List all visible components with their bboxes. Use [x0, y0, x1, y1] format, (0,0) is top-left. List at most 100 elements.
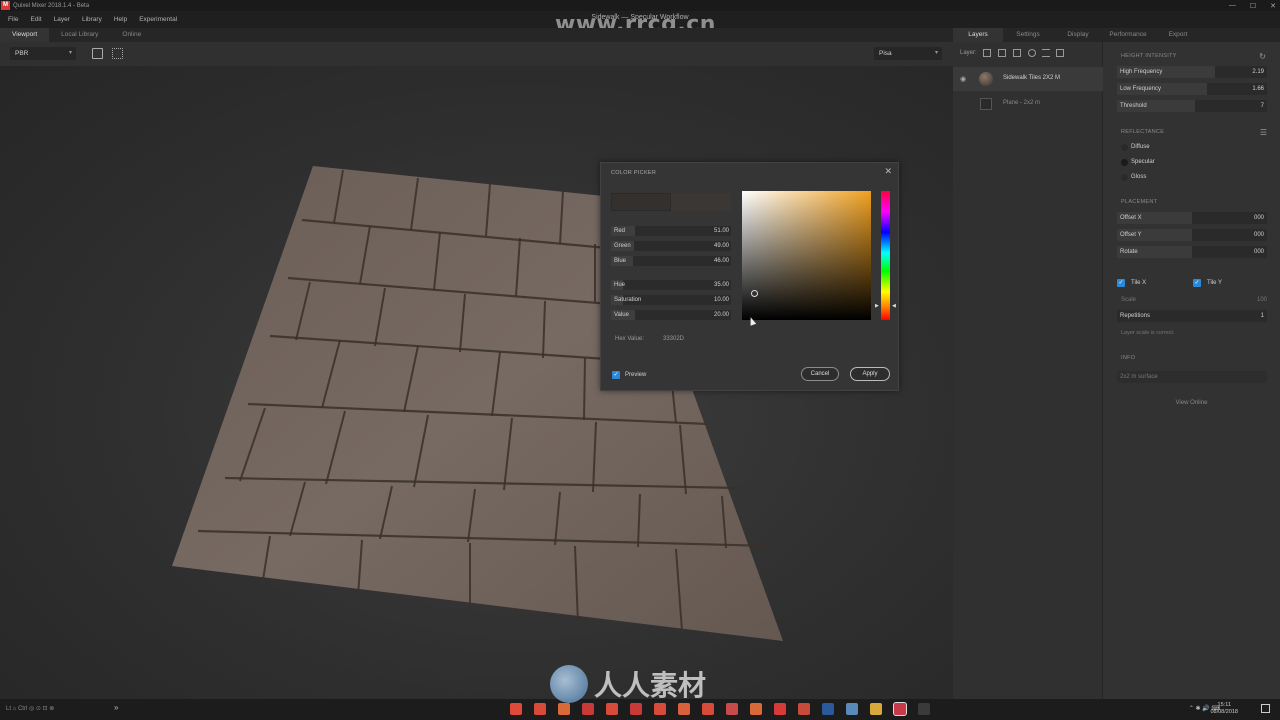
- menu-experimental[interactable]: Experimental: [133, 16, 183, 23]
- taskbar-app-icon[interactable]: [750, 703, 762, 715]
- tile-y-checkbox[interactable]: ✓: [1193, 279, 1201, 287]
- taskbar-app-icon[interactable]: [822, 703, 834, 715]
- green-label: Green: [614, 243, 631, 249]
- apply-button[interactable]: Apply: [850, 367, 890, 381]
- tab-export[interactable]: Export: [1153, 28, 1203, 42]
- taskbar-app-icon[interactable]: [654, 703, 666, 715]
- repetitions-value[interactable]: 1: [1245, 310, 1267, 322]
- delete-layer-icon[interactable]: [1056, 49, 1064, 57]
- taskbar-app-icon[interactable]: [678, 703, 690, 715]
- tab-online[interactable]: Online: [110, 28, 153, 42]
- menu-icon[interactable]: ☰: [1260, 128, 1267, 137]
- high-frequency-slider[interactable]: High Frequency 2.19: [1117, 66, 1267, 78]
- rotate-value[interactable]: 000: [1245, 246, 1267, 258]
- status-text: Lt ⌂ Ctrl ◎ ⊙ ⊡ ⊗: [6, 706, 55, 712]
- color-picker-marker[interactable]: [751, 290, 758, 297]
- eye-icon[interactable]: ◉: [960, 75, 966, 83]
- menu-file[interactable]: File: [0, 16, 24, 23]
- specular-radio[interactable]: [1121, 159, 1128, 166]
- red-field[interactable]: Red 51.00: [611, 226, 731, 236]
- green-field[interactable]: Green 49.00: [611, 241, 731, 251]
- rotate-label: Rotate: [1120, 249, 1138, 255]
- tab-layers[interactable]: Layers: [953, 28, 1003, 42]
- tile-x-checkbox[interactable]: ✓: [1117, 279, 1125, 287]
- layer-item[interactable]: Plane - 2x2 m: [953, 92, 1103, 116]
- group-icon[interactable]: [1042, 49, 1050, 57]
- notification-icon[interactable]: [1261, 704, 1270, 713]
- tab-settings[interactable]: Settings: [1003, 28, 1053, 42]
- add-paint-layer-icon[interactable]: [998, 49, 1006, 57]
- tab-viewport[interactable]: Viewport: [0, 28, 50, 42]
- blue-field[interactable]: Blue 46.00: [611, 256, 731, 266]
- app-logo-icon: M: [1, 1, 10, 10]
- environment-select[interactable]: Pisa ▾: [874, 47, 942, 60]
- value-field[interactable]: Value 20.00: [611, 310, 731, 320]
- taskbar-app-icon[interactable]: [918, 703, 930, 715]
- hue-field[interactable]: Hue 35.00: [611, 280, 731, 290]
- tab-performance[interactable]: Performance: [1103, 28, 1153, 42]
- hex-input[interactable]: 33302D: [663, 336, 684, 342]
- taskbar-app-icon[interactable]: [870, 703, 882, 715]
- clock[interactable]: 15:11 08/08/2018: [1210, 702, 1238, 716]
- low-frequency-value: 1.66: [1252, 86, 1264, 92]
- offset-y-slider[interactable]: Offset Y 000: [1117, 229, 1267, 241]
- offset-x-value[interactable]: 000: [1245, 212, 1267, 224]
- taskbar-app-icon[interactable]: [774, 703, 786, 715]
- menu-help[interactable]: Help: [108, 16, 133, 23]
- window-controls: — ☐ ✕: [1229, 0, 1276, 11]
- view-online-link[interactable]: View Online: [1103, 400, 1280, 406]
- taskbar-app-icon[interactable]: [846, 703, 858, 715]
- render-mode-select[interactable]: PBR ▾: [10, 47, 76, 60]
- layer-item[interactable]: ◉ Sidewalk Tiles 2X2 M: [953, 67, 1103, 91]
- tab-local-library[interactable]: Local Library: [49, 28, 110, 42]
- minimize-icon[interactable]: —: [1229, 2, 1236, 9]
- hue-slider[interactable]: [881, 191, 890, 320]
- close-window-icon[interactable]: ✕: [1270, 2, 1276, 10]
- tab-display[interactable]: Display: [1053, 28, 1103, 42]
- menu-layer[interactable]: Layer: [48, 16, 76, 23]
- preview-checkbox[interactable]: ✓: [612, 371, 620, 379]
- taskbar-app-icon[interactable]: [726, 703, 738, 715]
- value-label: Value: [614, 312, 629, 318]
- offset-x-slider[interactable]: Offset X 000: [1117, 212, 1267, 224]
- section-title-height-intensity: HEIGHT INTENSITY: [1121, 53, 1177, 59]
- threshold-label: Threshold: [1120, 103, 1147, 109]
- diffuse-radio[interactable]: [1121, 144, 1128, 151]
- menu-edit[interactable]: Edit: [24, 16, 47, 23]
- watermark-text: 人人素材: [594, 669, 707, 702]
- watermark-logo-icon: [550, 665, 588, 703]
- saturation-field[interactable]: Saturation 10.00: [611, 295, 731, 305]
- close-icon[interactable]: ✕: [884, 166, 892, 177]
- add-fill-layer-icon[interactable]: [1013, 49, 1021, 57]
- scale-label: Scale: [1121, 297, 1137, 303]
- rotate-slider[interactable]: Rotate 000: [1117, 246, 1267, 258]
- taskbar-app-icon[interactable]: [606, 703, 618, 715]
- add-mask-icon[interactable]: [1028, 49, 1036, 57]
- grid-icon[interactable]: [112, 48, 123, 59]
- viewport-tabs: Viewport Local Library Online: [0, 28, 953, 42]
- taskbar-app-icon[interactable]: [893, 702, 907, 716]
- color-picker-dialog: COLOR PICKER ✕ Red 51.00 Green 49.00 Blu…: [600, 162, 899, 391]
- taskbar-app-icon[interactable]: [558, 703, 570, 715]
- image-icon[interactable]: [92, 48, 103, 59]
- taskbar-app-icon[interactable]: [582, 703, 594, 715]
- section-title-reflectance: REFLECTANCE: [1121, 129, 1165, 135]
- taskbar-app-icon[interactable]: [702, 703, 714, 715]
- gloss-radio[interactable]: [1121, 174, 1128, 181]
- offset-y-value[interactable]: 000: [1245, 229, 1267, 241]
- taskbar-app-icon[interactable]: [630, 703, 642, 715]
- expand-arrow-icon[interactable]: »: [114, 703, 118, 712]
- cancel-button[interactable]: Cancel: [801, 367, 839, 381]
- maximize-icon[interactable]: ☐: [1250, 2, 1256, 10]
- add-layer-icon[interactable]: [983, 49, 991, 57]
- saturation-value-picker[interactable]: [742, 191, 871, 320]
- low-frequency-slider[interactable]: Low Frequency 1.66: [1117, 83, 1267, 95]
- section-title-placement: PLACEMENT: [1121, 199, 1158, 205]
- menu-library[interactable]: Library: [76, 16, 108, 23]
- repetitions-field[interactable]: Repetitions 1: [1117, 310, 1267, 322]
- taskbar-app-icon[interactable]: [798, 703, 810, 715]
- taskbar-app-icon[interactable]: [534, 703, 546, 715]
- threshold-slider[interactable]: Threshold 7: [1117, 100, 1267, 112]
- taskbar-app-icon[interactable]: [510, 703, 522, 715]
- reset-icon[interactable]: ↻: [1259, 52, 1266, 61]
